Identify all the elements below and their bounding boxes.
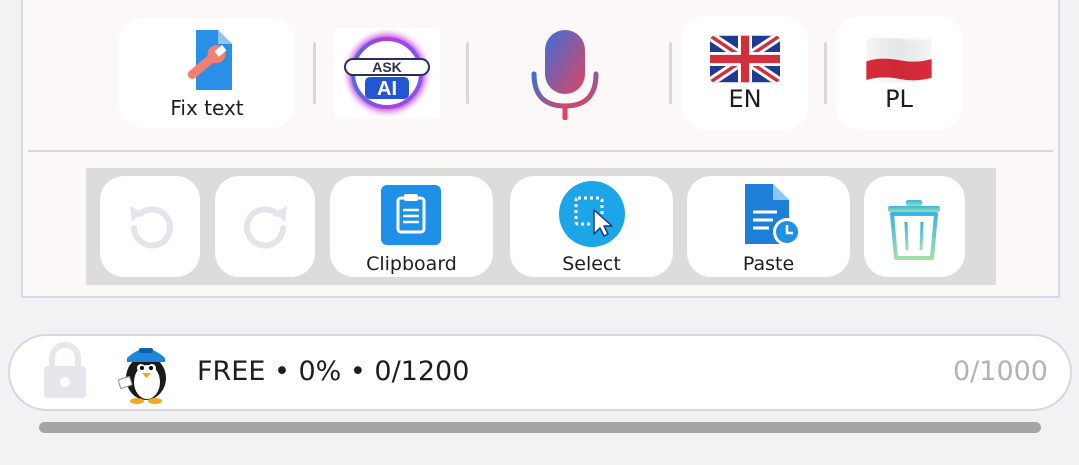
microphone-button[interactable]: [520, 28, 610, 121]
clipboard-icon: [381, 185, 441, 245]
toolbar-divider: [466, 42, 469, 104]
select-button[interactable]: Select: [510, 176, 673, 277]
undo-button[interactable]: [100, 176, 200, 277]
select-cursor-icon: [559, 181, 625, 247]
select-label: Select: [562, 253, 621, 275]
target-language-button[interactable]: PL: [836, 16, 962, 130]
toolbar-divider: [824, 42, 827, 104]
fix-text-label: Fix text: [170, 96, 244, 120]
lock-icon[interactable]: [40, 342, 90, 400]
poland-flag-icon: [866, 37, 932, 83]
trash-icon: [888, 200, 940, 260]
clipboard-label: Clipboard: [366, 253, 457, 275]
redo-button[interactable]: [215, 176, 315, 277]
redo-icon: [244, 206, 287, 249]
source-language-label: EN: [728, 85, 762, 113]
character-counter: 0/1000: [953, 356, 1048, 387]
target-language-label: PL: [885, 85, 913, 113]
microphone-icon: [531, 30, 599, 121]
penguin-avatar: [117, 348, 166, 404]
ai-word: AI: [377, 78, 397, 100]
fix-text-button[interactable]: Fix text: [119, 18, 295, 128]
paste-clock-icon: [745, 184, 801, 246]
keyboard-panel: Fix text ASK AI EN PL Clipboard Select P…: [21, 0, 1060, 298]
wrench-document-icon: [187, 30, 232, 90]
clipboard-button[interactable]: Clipboard: [330, 176, 493, 277]
section-divider: [28, 150, 1053, 152]
uk-flag-icon: [710, 35, 780, 83]
paste-button[interactable]: Paste: [687, 176, 850, 277]
ask-ai-button[interactable]: ASK AI: [334, 28, 440, 118]
horizontal-scrollbar[interactable]: [39, 422, 1041, 433]
ask-ai-icon: ASK AI: [341, 29, 433, 117]
toolbar-divider: [313, 42, 316, 104]
ask-ai-word: ASK: [372, 59, 402, 75]
plan-status-text: FREE • 0% • 0/1200: [197, 356, 470, 387]
status-bar: FREE • 0% • 0/1200 0/1000: [8, 334, 1072, 411]
toolbar-divider: [669, 42, 672, 104]
clear-button[interactable]: [864, 176, 965, 277]
source-language-button[interactable]: EN: [682, 16, 808, 130]
paste-label: Paste: [742, 253, 795, 275]
edit-actions-bar: Clipboard Select Paste: [86, 168, 996, 285]
undo-icon: [130, 206, 173, 249]
